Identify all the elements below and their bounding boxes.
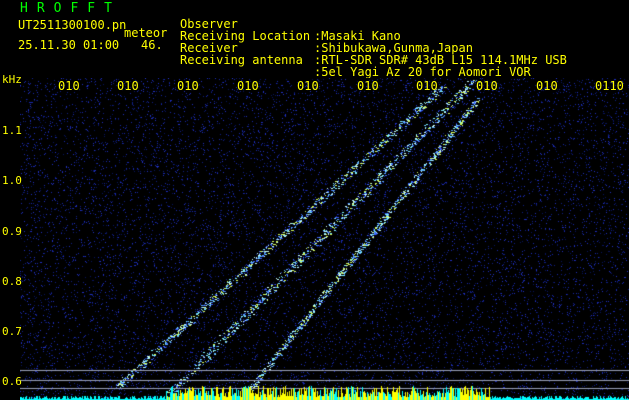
y-tick-label: 1.0: [2, 174, 22, 187]
info-label: Receiving antenna: [180, 53, 303, 67]
app-title: HROFFT: [20, 1, 121, 16]
hrofft-screen: HROFFT UT2511300100.pn meteor 25.11.30 0…: [0, 0, 629, 400]
y-tick-label: 1.1: [2, 124, 22, 137]
waterfall-spectrogram: [20, 78, 629, 400]
x-tick-label: 010: [357, 79, 379, 93]
x-tick-label: 0110: [595, 79, 624, 93]
x-tick-label: 010: [177, 79, 199, 93]
x-tick-label: 010: [117, 79, 139, 93]
timestamp: 25.11.30 01:00: [18, 38, 120, 52]
info-value: :5el Yagi Az 20 for Aomori VOR: [314, 65, 531, 79]
x-tick-label: 010: [476, 79, 498, 93]
x-tick-label: 010: [58, 79, 80, 93]
x-tick-label: 010: [536, 79, 558, 93]
info-row-location: Receiving Location :Shibukawa,Gunma,Japa…: [180, 18, 473, 54]
y-tick-label: 0.8: [2, 275, 22, 288]
y-tick-label: 0.6: [2, 375, 22, 388]
x-tick-label: 010: [297, 79, 319, 93]
info-row-observer: Observer :Masaki Kano: [180, 6, 401, 42]
info-row-antenna: Receiving antenna :5el Yagi Az 20 for Ao…: [180, 42, 531, 78]
y-tick-label: 0.9: [2, 225, 22, 238]
file-name: UT2511300100.pn: [18, 18, 127, 32]
y-axis-unit: kHz: [2, 73, 22, 86]
detection-count: 46.: [141, 38, 163, 52]
x-tick-label: 010: [416, 79, 438, 93]
info-row-receiver: Receiver :RTL-SDR SDR# 43dB L15 114.1MHz…: [180, 30, 567, 66]
x-tick-label: 010: [237, 79, 259, 93]
y-tick-label: 0.7: [2, 325, 22, 338]
